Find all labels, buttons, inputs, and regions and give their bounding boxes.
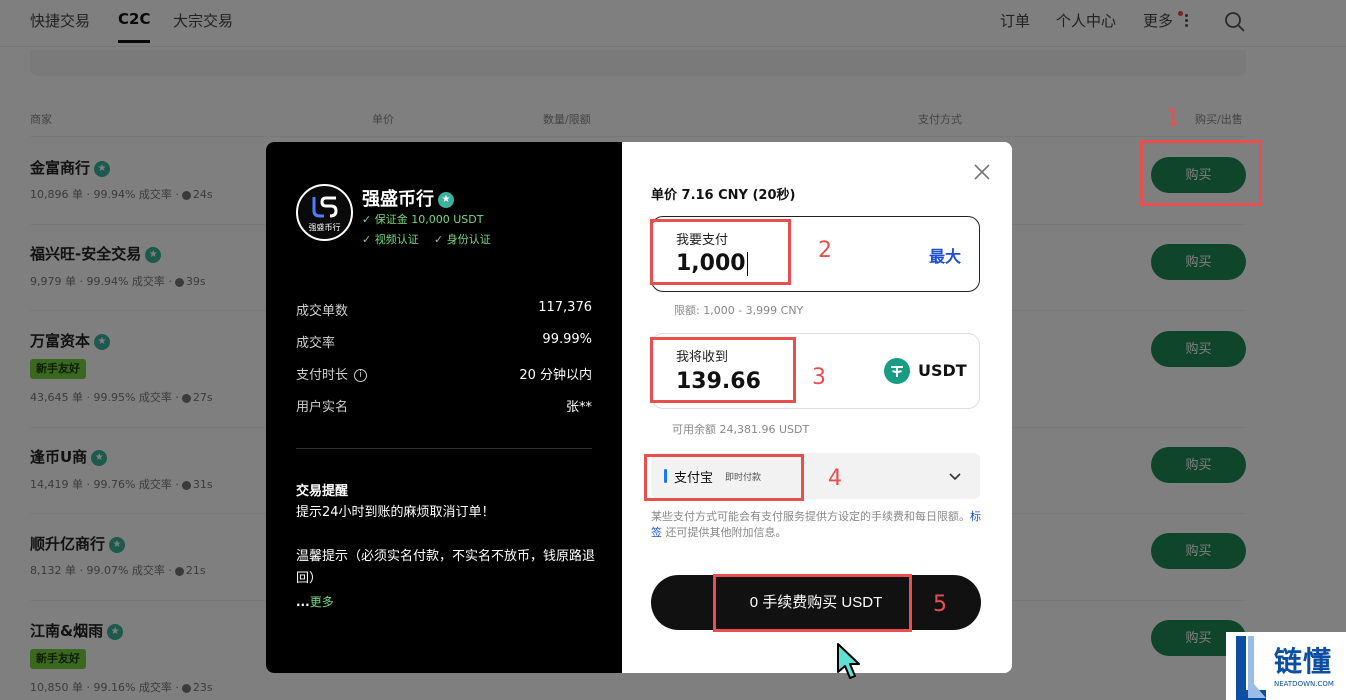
annotation-box-2 bbox=[650, 219, 791, 285]
stat-label-orders: 成交单数 bbox=[296, 304, 349, 319]
stat-label-pay-time: 支付时长 i bbox=[296, 364, 368, 383]
annotation-box-3 bbox=[650, 337, 796, 403]
max-button[interactable]: 最大 bbox=[929, 243, 961, 267]
info-icon[interactable]: i bbox=[354, 369, 368, 382]
watermark-logo-icon bbox=[1236, 636, 1266, 700]
deposit-badge: ✓ 保证金 10,000 USDT bbox=[362, 213, 484, 226]
merchant-panel: 强盛币行 强盛币行 ★ ✓ 保证金 10,000 USDT ✓ 视频认证 ✓ 身份… bbox=[266, 142, 622, 673]
chevron-down-icon[interactable] bbox=[948, 469, 962, 483]
annotation-number-1: 1 bbox=[1166, 106, 1180, 131]
notice-title: 交易提醒 bbox=[296, 484, 349, 499]
watermark-text: 链懂 bbox=[1274, 645, 1333, 678]
annotation-box-1 bbox=[1140, 140, 1262, 206]
stat-value-pay-time: 20 分钟以内 bbox=[519, 368, 592, 383]
unit-price: 单价 7.16 CNY (20秒) bbox=[651, 188, 796, 203]
notice-line-1: 提示24小时到账的麻烦取消订单！ bbox=[296, 505, 495, 520]
stat-label-rate: 成交率 bbox=[296, 336, 336, 351]
stat-value-rate: 99.99% bbox=[542, 332, 592, 347]
stat-value-realname: 张** bbox=[565, 400, 592, 415]
annotation-box-4 bbox=[644, 454, 804, 501]
stat-value-orders: 117,376 bbox=[538, 300, 592, 315]
site-watermark: 链懂 NEATDOWN.COM bbox=[1226, 632, 1346, 700]
annotation-number-4: 4 bbox=[828, 466, 842, 491]
notice-line-2: 温馨提示（必须实名付款，不实名不放币，钱原路退回） bbox=[296, 549, 596, 586]
merchant-logo: 强盛币行 bbox=[296, 184, 353, 241]
modal-merchant-name: 强盛币行 ★ bbox=[362, 185, 454, 211]
currency-label: USDT bbox=[918, 361, 967, 380]
close-icon[interactable] bbox=[972, 162, 992, 182]
notice-more-link[interactable]: ...更多 bbox=[296, 593, 334, 610]
annotation-number-3: 3 bbox=[812, 365, 826, 390]
mouse-cursor-icon bbox=[837, 643, 860, 679]
merchant-logo-text: 强盛币行 bbox=[308, 223, 341, 232]
panel-divider bbox=[296, 448, 592, 449]
video-cert-badge: ✓ 视频认证 bbox=[362, 233, 419, 246]
available-balance: 可用余额 24,381.96 USDT bbox=[672, 423, 810, 436]
annotation-box-5 bbox=[713, 574, 912, 632]
merchant-logo-icon bbox=[312, 196, 338, 218]
annotation-number-2: 2 bbox=[818, 238, 832, 263]
watermark-subtext: NEATDOWN.COM bbox=[1274, 680, 1334, 688]
id-cert-badge: ✓ 身份认证 bbox=[434, 233, 491, 246]
fee-note: 某些支付方式可能会有支付服务提供方设定的手续费和每日限额。标签 还可提供其他附加… bbox=[651, 510, 981, 539]
limit-text: 限额: 1,000 - 3,999 CNY bbox=[674, 304, 804, 317]
verified-icon: ★ bbox=[438, 192, 454, 208]
stat-label-realname: 用户实名 bbox=[296, 400, 349, 415]
annotation-number-5: 5 bbox=[933, 592, 947, 617]
usdt-icon bbox=[884, 358, 910, 384]
